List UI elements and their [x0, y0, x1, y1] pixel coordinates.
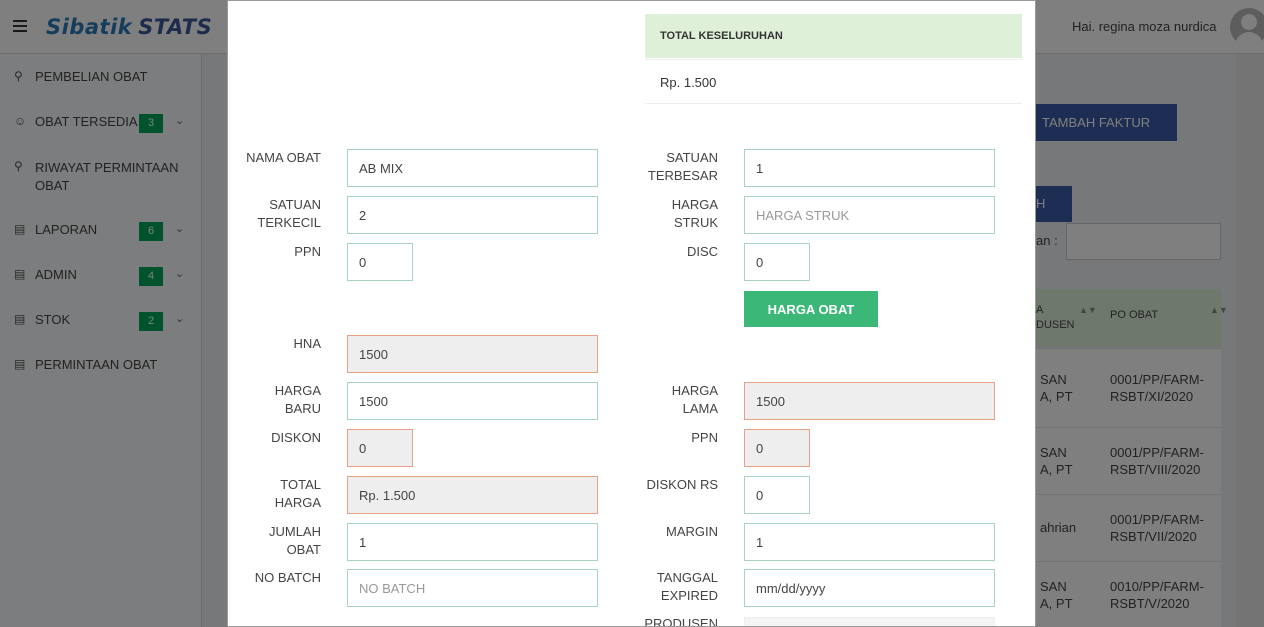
tanggal-expired-input[interactable] [744, 569, 995, 607]
label-satuan-terbesar: SATUAN TERBESAR [647, 150, 718, 183]
diskon-input[interactable] [347, 429, 413, 467]
produsen-select[interactable] [744, 617, 995, 626]
label-no-batch: NO BATCH [254, 570, 321, 585]
no-batch-input[interactable] [347, 569, 598, 607]
label-harga-struk: HARGA STRUK [671, 197, 718, 230]
label-disc: DISC [686, 244, 718, 259]
jumlah-obat-input[interactable] [347, 523, 598, 561]
label-hna: HNA [293, 336, 321, 351]
label-produsen: PRODUSEN [644, 616, 718, 627]
label-jumlah-obat: JUMLAH OBAT [268, 524, 321, 557]
label-nama-obat: NAMA OBAT [246, 150, 321, 165]
edit-obat-modal: TOTAL KESELURUHAN Rp. 1.500 NAMA OBAT SA… [227, 0, 1036, 627]
harga-baru-input[interactable] [347, 382, 598, 420]
label-diskon-rs: DISKON RS [646, 477, 718, 492]
label-ppn: PPN [294, 244, 321, 259]
harga-struk-input[interactable] [744, 196, 995, 234]
total-harga-input[interactable] [347, 476, 598, 514]
label-ppn-2: PPN [691, 430, 718, 445]
harga-lama-input[interactable] [744, 382, 995, 420]
diskon-rs-input[interactable] [744, 476, 810, 514]
label-harga-lama: HARGA LAMA [671, 383, 718, 416]
satuan-terkecil-input[interactable] [347, 196, 598, 234]
label-diskon: DISKON [271, 430, 321, 445]
ppn-input[interactable] [347, 243, 413, 281]
label-satuan-terkecil: SATUAN TERKECIL [257, 197, 321, 230]
ppn-2-input[interactable] [744, 429, 810, 467]
total-keseluruhan-value: Rp. 1.500 [645, 59, 1022, 104]
nama-obat-input[interactable] [347, 149, 598, 187]
harga-obat-button[interactable]: HARGA OBAT [744, 291, 878, 327]
label-total-harga: TOTAL HARGA [274, 477, 321, 510]
label-tanggal-expired: TANGGAL EXPIRED [656, 570, 718, 603]
satuan-terbesar-input[interactable] [744, 149, 995, 187]
margin-input[interactable] [744, 523, 995, 561]
label-harga-baru: HARGA BARU [274, 383, 321, 416]
hna-input[interactable] [347, 335, 598, 373]
total-keseluruhan-header: TOTAL KESELURUHAN [645, 14, 1022, 58]
disc-input[interactable] [744, 243, 810, 281]
label-margin: MARGIN [666, 524, 718, 539]
